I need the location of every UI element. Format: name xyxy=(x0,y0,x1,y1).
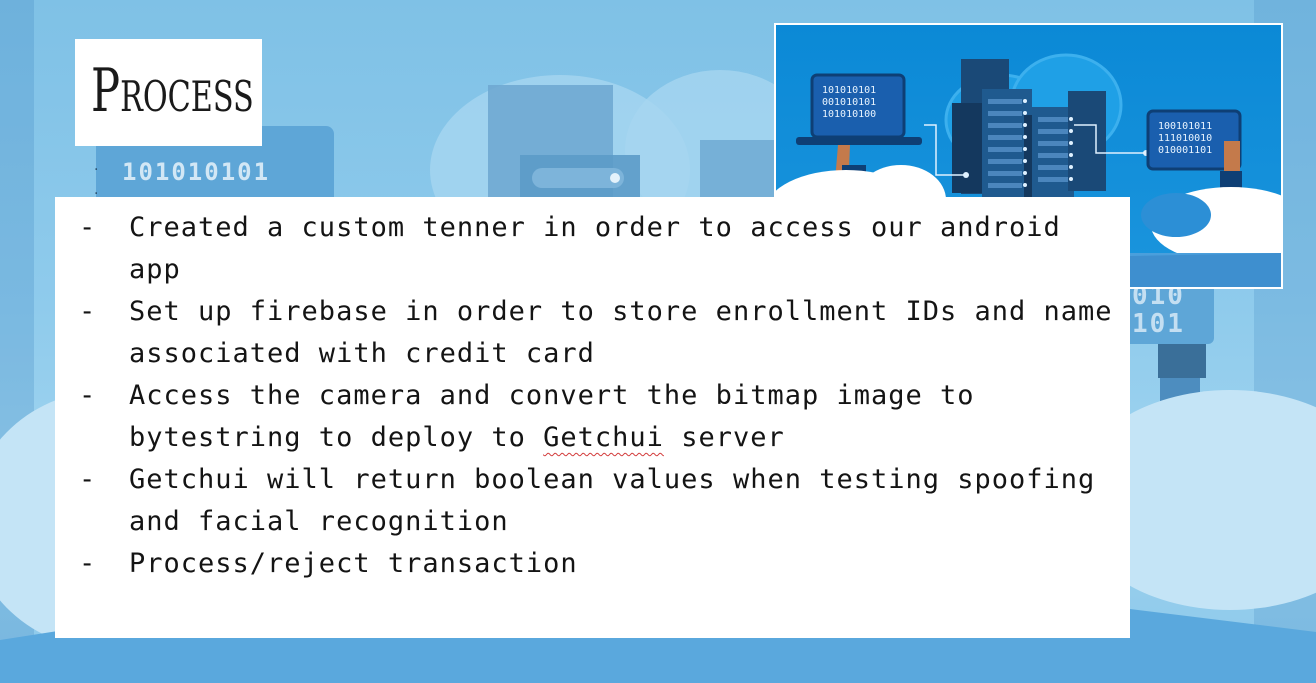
bullet-text: Process/reject transaction xyxy=(129,548,578,579)
bullet-dash: - xyxy=(79,464,97,495)
monitor-binary-line: 111010010 xyxy=(1158,133,1213,144)
bullet-list: - Created a custom tenner in order to ac… xyxy=(55,207,1119,585)
bullet-item: - Access the camera and convert the bitm… xyxy=(55,375,1119,459)
content-text-box[interactable]: - Created a custom tenner in order to ac… xyxy=(55,197,1130,638)
bullet-dash: - xyxy=(79,380,97,411)
spellcheck-flagged-word[interactable]: Getchui xyxy=(543,422,664,453)
bullet-item: - Created a custom tenner in order to ac… xyxy=(55,207,1119,291)
monitor-binary-line: 100101011 xyxy=(1158,121,1213,132)
bullet-dash: - xyxy=(79,296,97,327)
title-box: Process xyxy=(75,39,262,146)
slide-title: Process xyxy=(91,56,254,126)
laptop-binary-line: 001010101 xyxy=(822,97,877,108)
monitor-binary-line: 010001101 xyxy=(1158,145,1213,156)
background-binary-line: 101 xyxy=(1132,309,1185,339)
laptop-binary: 101010101 001010101 101010100 xyxy=(822,85,876,121)
bullet-text: Access the camera and convert the bitmap… xyxy=(129,380,975,453)
bullet-dash: - xyxy=(79,212,97,243)
laptop-binary-line: 101010101 xyxy=(822,85,877,96)
bullet-item: - Getchui will return boolean values whe… xyxy=(55,459,1119,543)
bullet-text: Getchui will return boolean values when … xyxy=(129,464,1096,537)
bullet-text: Created a custom tenner in order to acce… xyxy=(129,212,1061,285)
bullet-text: Set up firebase in order to store enroll… xyxy=(129,296,1113,369)
slide: 101010101 010 101 · · Process 101010101 … xyxy=(0,0,1316,683)
bullet-dash: - xyxy=(79,548,97,579)
bullet-text-part: server xyxy=(663,422,785,453)
background-binary-text: 101010101 xyxy=(122,158,271,186)
monitor-binary: 100101011 111010010 010001101 xyxy=(1158,121,1212,157)
bullet-item: - Set up firebase in order to store enro… xyxy=(55,291,1119,375)
bullet-item: - Process/reject transaction xyxy=(55,543,1119,585)
laptop-binary-line: 101010100 xyxy=(822,109,877,120)
